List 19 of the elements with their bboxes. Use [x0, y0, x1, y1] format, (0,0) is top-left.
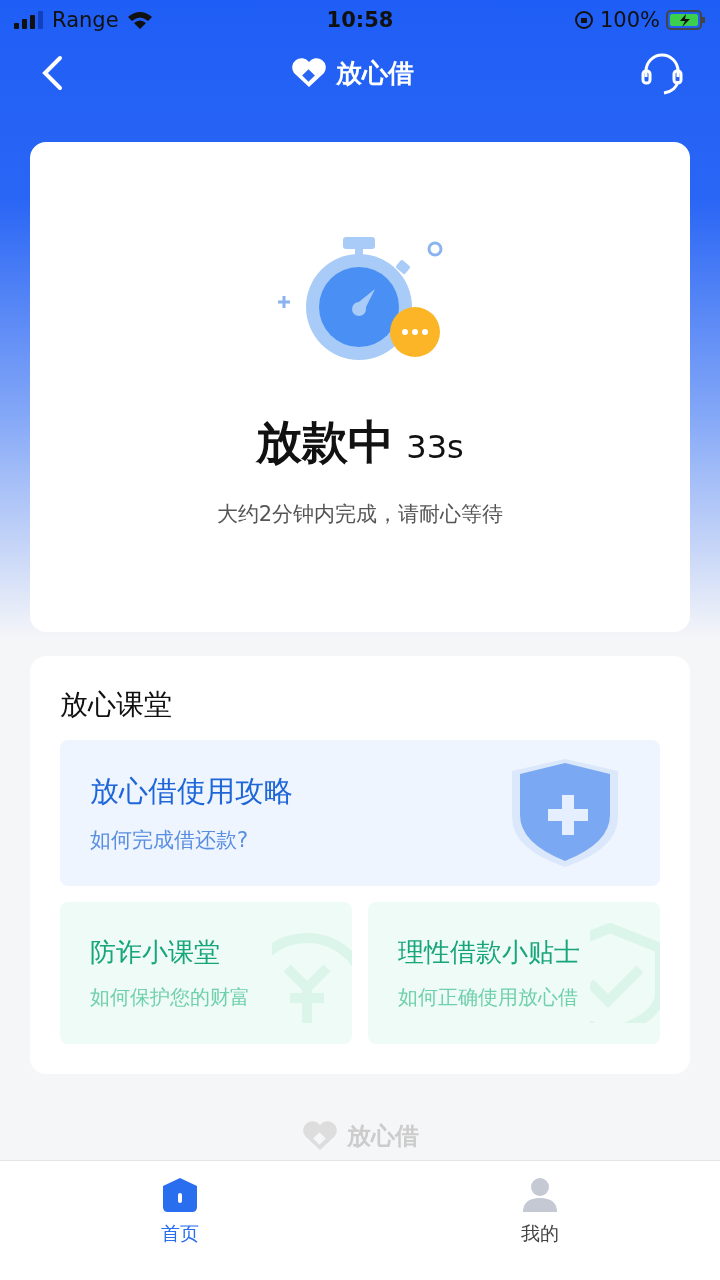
clock-time: 10:58 — [326, 8, 394, 32]
tip-subtitle: 如何保护您的财富 — [90, 984, 250, 1011]
section-title: 放心课堂 — [60, 687, 173, 723]
guide-card[interactable]: 放心借使用攻略 如何完成借还款? — [60, 740, 660, 886]
tab-item[interactable]: 首页 — [0, 1161, 360, 1280]
app-title: 放心借 — [336, 56, 414, 90]
tip-title: 防诈小课堂 — [90, 936, 221, 969]
tip-title: 理性借款小贴士 — [398, 936, 580, 969]
tab-item[interactable]: 我的 — [360, 1161, 720, 1280]
tip-card[interactable]: 理性借款小贴士 如何正确使用放心借 — [368, 902, 660, 1044]
status-note: 大约2分钟内完成，请耐心等待 — [216, 501, 504, 528]
status-title: 放款中 — [256, 414, 395, 471]
tip-card[interactable]: 防诈小课堂 如何保护您的财富 — [60, 902, 352, 1044]
guide-title: 放心借使用攻略 — [90, 773, 293, 810]
guide-subtitle: 如何完成借还款? — [90, 827, 250, 854]
battery-percent: 100% — [599, 8, 660, 32]
countdown: 33s — [406, 428, 464, 466]
tip-subtitle: 如何正确使用放心借 — [398, 984, 579, 1011]
carrier-name: Range — [52, 8, 119, 32]
